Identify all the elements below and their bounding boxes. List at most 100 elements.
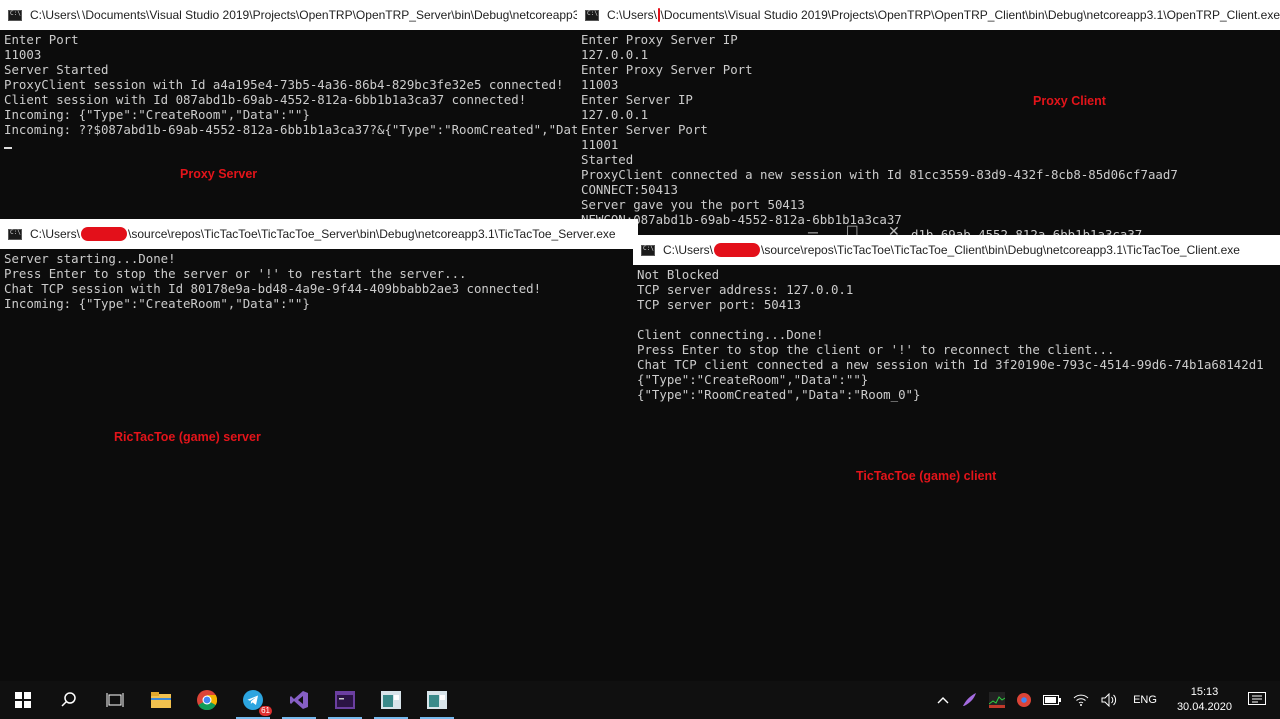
console-line: Server starting...Done! bbox=[4, 251, 176, 266]
game-server-output: Server starting...Done! Press Enter to st… bbox=[0, 249, 638, 311]
visual-studio-button[interactable] bbox=[276, 681, 322, 719]
title-path: \Documents\Visual Studio 2019\Projects\O… bbox=[82, 8, 582, 22]
clock-time: 15:13 bbox=[1190, 686, 1219, 698]
language-indicator[interactable]: ENG bbox=[1133, 694, 1157, 706]
visual-studio-icon bbox=[290, 691, 308, 709]
console-line: 11001 bbox=[581, 137, 619, 152]
chrome-icon bbox=[197, 690, 217, 710]
start-button[interactable] bbox=[0, 681, 46, 719]
console-line: Press Enter to stop the client or '!' to… bbox=[637, 342, 1115, 357]
console-line: NEWCON:087abd1b-69ab-4552-812a-6bb1b1a3c… bbox=[581, 212, 902, 227]
console-line: Enter Port bbox=[4, 32, 79, 47]
proxy-client-titlebar[interactable]: C:\Users\\Documents\Visual Studio 2019\P… bbox=[577, 0, 1280, 30]
search-button[interactable] bbox=[46, 681, 92, 719]
console-line: Not Blocked bbox=[637, 267, 720, 282]
console-window-button[interactable] bbox=[368, 681, 414, 719]
console-line: Incoming: ??$087abd1b-69ab-4552-812a-6bb… bbox=[4, 122, 579, 137]
console-line: {"Type":"CreateRoom","Data":""} bbox=[637, 372, 869, 387]
chevron-up-icon[interactable] bbox=[937, 696, 949, 704]
console-line: Chat TCP session with Id 80178e9a-bd48-4… bbox=[4, 281, 542, 296]
game-server-titlebar[interactable]: C:\Users\ \source\repos\TicTacToe\TicTacT… bbox=[0, 219, 638, 249]
console-line: Enter Server IP bbox=[581, 92, 693, 107]
redaction-mark bbox=[658, 8, 660, 22]
console-line: Started bbox=[581, 152, 634, 167]
start-icon bbox=[15, 692, 31, 708]
title-path: \source\repos\TicTacToe\TicTacToe_Server… bbox=[128, 227, 616, 241]
console-line: Enter Proxy Server IP bbox=[581, 32, 738, 47]
console-icon bbox=[641, 244, 655, 256]
proxy-server-window[interactable]: C:\Users\\Documents\Visual Studio 2019\P… bbox=[0, 0, 582, 222]
console-line: Client connecting...Done! bbox=[637, 327, 824, 342]
game-server-window[interactable]: C:\Users\ \source\repos\TicTacToe\TicTacT… bbox=[0, 219, 638, 681]
console-line: TCP server port: 50413 bbox=[637, 297, 802, 312]
console-window-icon bbox=[381, 691, 401, 709]
game-server-annotation: RicTacToe (game) server bbox=[114, 430, 261, 444]
game-client-output: Not Blocked TCP server address: 127.0.0.1… bbox=[633, 265, 1280, 402]
game-client-annotation: TicTacToe (game) client bbox=[856, 469, 997, 483]
wifi-icon[interactable] bbox=[1073, 694, 1089, 706]
file-explorer-icon bbox=[151, 692, 171, 708]
title-prefix: C:\Users\ bbox=[30, 227, 81, 241]
console-line: Server Started bbox=[4, 62, 109, 77]
notifications-icon[interactable] bbox=[1248, 692, 1266, 708]
terminal-icon bbox=[335, 691, 355, 709]
taskbar: 61 ENG 15:13 30.04.2020 bbox=[0, 681, 1280, 719]
chrome-button[interactable] bbox=[184, 681, 230, 719]
performance-monitor-icon[interactable] bbox=[989, 692, 1006, 708]
proxy-client-window[interactable]: C:\Users\\Documents\Visual Studio 2019\P… bbox=[577, 0, 1280, 235]
console-icon bbox=[8, 228, 22, 240]
console-icon bbox=[8, 9, 22, 21]
game-client-titlebar[interactable]: C:\Users\ \source\repos\TicTacToe\TicTacT… bbox=[633, 235, 1280, 265]
console-line: Client session with Id 087abd1b-69ab-455… bbox=[4, 92, 527, 107]
system-tray: ENG 15:13 30.04.2020 bbox=[931, 681, 1280, 719]
terminal-button[interactable] bbox=[322, 681, 368, 719]
console-line: {"Type":"RoomCreated","Data":"Room_0"} bbox=[637, 387, 921, 402]
volume-icon[interactable] bbox=[1101, 693, 1117, 707]
console-window-icon-2 bbox=[427, 691, 447, 709]
console-line: Incoming: {"Type":"CreateRoom","Data":""… bbox=[4, 107, 310, 122]
clock-date: 30.04.2020 bbox=[1176, 701, 1232, 713]
console-line: 127.0.0.1 bbox=[581, 47, 649, 62]
file-explorer-button[interactable] bbox=[138, 681, 184, 719]
feather-app-icon[interactable] bbox=[961, 692, 977, 708]
proxy-server-annotation: Proxy Server bbox=[180, 167, 258, 181]
console-line: Chat TCP client connected a new session … bbox=[637, 357, 1264, 372]
console-window-button-2[interactable] bbox=[414, 681, 460, 719]
proxy-client-output: Enter Proxy Server IP 127.0.0.1 Enter Prox… bbox=[577, 30, 1280, 235]
battery-icon[interactable] bbox=[1043, 695, 1062, 705]
proxy-server-output: Enter Port 11003 Server Started ProxyClient… bbox=[0, 30, 582, 152]
console-line: CONNECT:50413 bbox=[581, 182, 678, 197]
console-line-partial: d1b-69ab-4552-812a-6bb1b1a3ca37 bbox=[911, 227, 1143, 235]
redaction-mark bbox=[714, 243, 761, 257]
console-line: Server gave you the port 50413 bbox=[581, 197, 805, 212]
console-line: 127.0.0.1 bbox=[581, 107, 649, 122]
redaction-mark bbox=[81, 227, 128, 241]
search-icon bbox=[61, 692, 76, 707]
console-icon bbox=[585, 9, 599, 21]
task-view-button[interactable] bbox=[92, 681, 138, 719]
text-cursor bbox=[4, 147, 12, 149]
console-line: Enter Proxy Server Port bbox=[581, 62, 753, 77]
console-line: ProxyClient connected a new session with… bbox=[581, 167, 1178, 182]
title-prefix: C:\Users\ bbox=[607, 8, 658, 22]
title-prefix: C:\Users\ bbox=[30, 8, 81, 22]
console-line: TCP server address: 127.0.0.1 bbox=[637, 282, 854, 297]
console-line: Incoming: {"Type":"CreateRoom","Data":""… bbox=[4, 296, 310, 311]
console-line: Press Enter to stop the server or '!' to… bbox=[4, 266, 467, 281]
proxy-server-titlebar[interactable]: C:\Users\\Documents\Visual Studio 2019\P… bbox=[0, 0, 582, 30]
console-line: 11003 bbox=[581, 77, 619, 92]
task-view-icon bbox=[106, 693, 124, 707]
console-line: 11003 bbox=[4, 47, 42, 62]
chrome-tray-icon[interactable] bbox=[1017, 693, 1032, 707]
title-path: \source\repos\TicTacToe\TicTacToe_Client… bbox=[761, 243, 1240, 257]
proxy-client-annotation: Proxy Client bbox=[1033, 94, 1106, 108]
telegram-badge: 61 bbox=[259, 706, 272, 716]
game-client-window[interactable]: C:\Users\ \source\repos\TicTacToe\TicTacT… bbox=[633, 235, 1280, 681]
clock[interactable]: 15:13 30.04.2020 bbox=[1177, 685, 1232, 715]
console-line: ProxyClient session with Id a4a195e4-73b… bbox=[4, 77, 564, 92]
console-line: Enter Server Port bbox=[581, 122, 708, 137]
telegram-button[interactable]: 61 bbox=[230, 681, 276, 719]
title-prefix: C:\Users\ bbox=[663, 243, 714, 257]
title-path: \Documents\Visual Studio 2019\Projects\O… bbox=[660, 8, 1280, 22]
